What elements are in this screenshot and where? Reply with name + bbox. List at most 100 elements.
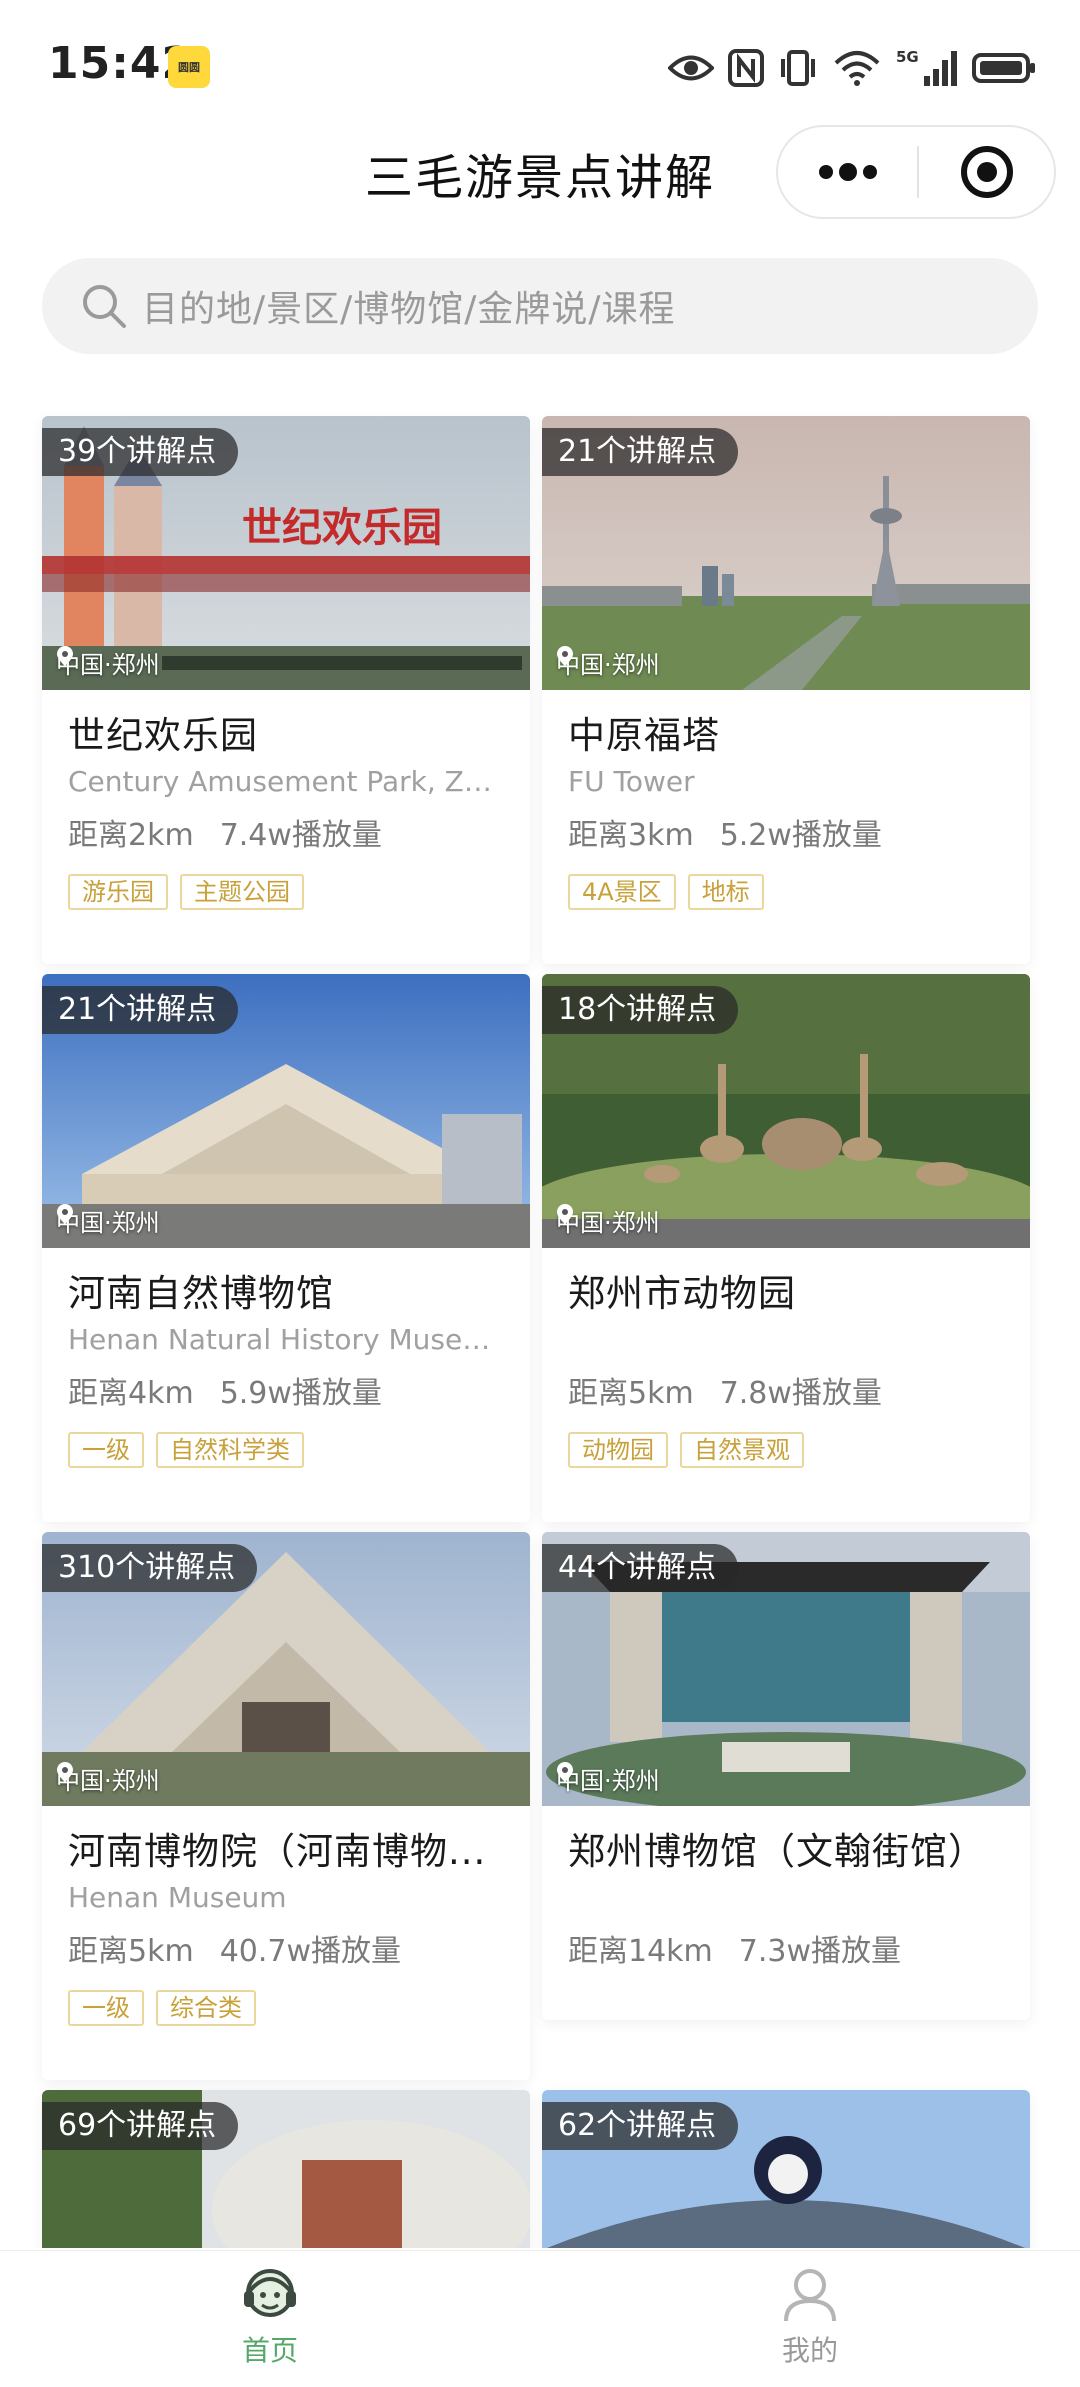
tag: 一级	[68, 1990, 144, 2026]
tag-list: 一级 自然科学类	[68, 1432, 504, 1468]
attraction-image: 62个讲解点	[542, 2090, 1030, 2248]
tab-home-label: 首页	[241, 2334, 298, 2367]
distance-text: 距离5km	[68, 1934, 194, 1969]
5g-signal-icon: 5G	[896, 48, 957, 86]
home-guide-icon	[244, 2269, 296, 2317]
location-pin-icon	[57, 646, 73, 666]
svg-text:世纪欢乐园: 世纪欢乐园	[242, 505, 442, 551]
location-label: 中国·郑州	[56, 645, 160, 680]
location-label: 中国·郑州	[556, 645, 660, 680]
status-icons: 5G	[668, 44, 1036, 92]
distance-text: 距离4km	[68, 1376, 194, 1411]
attraction-card[interactable]: 世纪欢乐园 39个讲解点 中国·郑州 世纪欢乐园 Century Amuseme…	[42, 416, 530, 964]
mini-program-capsule	[776, 125, 1056, 219]
distance-text: 距离2km	[68, 818, 194, 853]
attraction-image: 44个讲解点 中国·郑州	[542, 1532, 1030, 1806]
points-badge: 310个讲解点	[42, 1544, 258, 1592]
attraction-card[interactable]: 21个讲解点 中国·郑州 中原福塔 FU Tower 距离3km 5.2w播放量…	[542, 416, 1030, 964]
location-pin-icon	[557, 646, 573, 666]
distance-text: 距离5km	[568, 1376, 694, 1411]
attraction-image: 18个讲解点 中国·郑州	[542, 974, 1030, 1248]
attraction-subtitle: FU Tower	[568, 765, 695, 798]
tag: 4A景区	[568, 874, 676, 910]
bottom-tab-bar: 首页 我的	[0, 2250, 1080, 2387]
attraction-card[interactable]: 62个讲解点	[542, 2090, 1030, 2248]
plays-text: 7.3w播放量	[738, 1934, 902, 1969]
points-badge: 69个讲解点	[42, 2102, 239, 2150]
location-label: 中国·郑州	[56, 1761, 160, 1796]
location-pin-icon	[57, 1762, 73, 1782]
points-badge: 18个讲解点	[542, 986, 739, 1034]
tag-list: 4A景区 地标	[568, 874, 1004, 910]
attraction-meta: 距离4km 5.9w播放量	[68, 1372, 504, 1416]
plays-text: 5.9w播放量	[219, 1376, 382, 1411]
attraction-title: 河南博物院（河南博物...	[68, 1830, 487, 1873]
app-page: 15:42 圆圆 5G 三毛游景点讲解 目的地/景区/博物馆/金牌说/课程 世纪…	[0, 0, 1080, 2387]
attraction-subtitle	[568, 1320, 1004, 1360]
attraction-image: 21个讲解点 中国·郑州	[42, 974, 530, 1248]
attraction-card[interactable]: 21个讲解点 中国·郑州 河南自然博物馆 Henan Natural Histo…	[42, 974, 530, 1522]
nfc-icon	[728, 49, 764, 87]
distance-text: 距离14km	[568, 1934, 713, 1969]
attraction-card[interactable]: 18个讲解点 中国·郑州 郑州市动物园 距离5km 7.8w播放量 动物园 自然…	[542, 974, 1030, 1522]
tab-mine-label: 我的	[781, 2334, 838, 2367]
target-close-icon	[960, 146, 1013, 198]
attraction-title: 郑州市动物园	[568, 1272, 796, 1315]
vibrate-icon	[781, 50, 815, 86]
attraction-title: 中原福塔	[568, 714, 720, 757]
attraction-image: 世纪欢乐园 39个讲解点 中国·郑州	[42, 416, 530, 690]
attraction-meta: 距离5km 7.8w播放量	[568, 1372, 1004, 1416]
navigation-bar: 三毛游景点讲解	[0, 125, 1080, 248]
app-notification-badge: 圆圆	[168, 46, 210, 88]
tag: 主题公园	[180, 874, 304, 910]
attraction-title: 世纪欢乐园	[68, 714, 258, 757]
attraction-subtitle: Henan Museum	[68, 1881, 287, 1914]
battery-icon	[972, 53, 1035, 83]
attraction-card[interactable]: 44个讲解点 中国·郑州 郑州博物馆（文翰街馆） 距离14km 7.3w播放量	[542, 1532, 1030, 2020]
tag: 自然科学类	[156, 1432, 304, 1468]
attraction-meta: 距离5km 40.7w播放量	[68, 1930, 504, 1974]
points-badge: 39个讲解点	[42, 428, 239, 476]
tag: 综合类	[156, 1990, 256, 2026]
search-placeholder: 目的地/景区/博物馆/金牌说/课程	[142, 289, 676, 330]
tag: 游乐园	[68, 874, 168, 910]
attraction-meta: 距离2km 7.4w播放量	[68, 814, 504, 858]
close-button[interactable]	[919, 127, 1054, 217]
tag: 自然景观	[680, 1432, 804, 1468]
status-bar: 15:42 圆圆 5G	[0, 0, 1080, 128]
search-bar[interactable]: 目的地/景区/博物馆/金牌说/课程	[42, 258, 1038, 354]
location-pin-icon	[557, 1204, 573, 1224]
location-pin-icon	[57, 1204, 73, 1224]
attraction-card[interactable]: 69个讲解点	[42, 2090, 530, 2248]
attraction-subtitle: Henan Natural History Museum	[68, 1323, 504, 1356]
more-button[interactable]	[778, 127, 917, 217]
location-label: 中国·郑州	[556, 1203, 660, 1238]
attraction-title: 郑州博物馆（文翰街馆）	[568, 1830, 986, 1873]
location-label: 中国·郑州	[56, 1203, 160, 1238]
location-label: 中国·郑州	[556, 1761, 660, 1796]
location-pin-icon	[557, 1762, 573, 1782]
tag: 一级	[68, 1432, 144, 1468]
tab-home[interactable]: 首页	[0, 2251, 540, 2387]
svg-text:5G: 5G	[896, 48, 919, 66]
plays-text: 7.4w播放量	[219, 818, 382, 853]
user-icon	[784, 2269, 836, 2322]
points-badge: 44个讲解点	[542, 1544, 739, 1592]
tag-list: 游乐园 主题公园	[68, 874, 504, 910]
distance-text: 距离3km	[568, 818, 694, 853]
tab-mine[interactable]: 我的	[540, 2251, 1080, 2387]
points-badge: 21个讲解点	[542, 428, 739, 476]
attraction-subtitle	[568, 1878, 1004, 1918]
tag: 动物园	[568, 1432, 668, 1468]
attractions-feed[interactable]: 世纪欢乐园 39个讲解点 中国·郑州 世纪欢乐园 Century Amuseme…	[0, 380, 1080, 2248]
attraction-image: 69个讲解点	[42, 2090, 530, 2248]
more-dots-icon	[818, 163, 877, 181]
tag: 地标	[687, 874, 764, 910]
plays-text: 5.2w播放量	[719, 818, 882, 853]
attraction-image: 21个讲解点 中国·郑州	[542, 416, 1030, 690]
attraction-card[interactable]: 310个讲解点 中国·郑州 河南博物院（河南博物... Henan Museum…	[42, 1532, 530, 2080]
attraction-meta: 距离14km 7.3w播放量	[568, 1930, 1004, 1974]
attraction-image: 310个讲解点 中国·郑州	[42, 1532, 530, 1806]
eye-icon	[668, 55, 714, 81]
tag-list: 动物园 自然景观	[568, 1432, 1004, 1468]
